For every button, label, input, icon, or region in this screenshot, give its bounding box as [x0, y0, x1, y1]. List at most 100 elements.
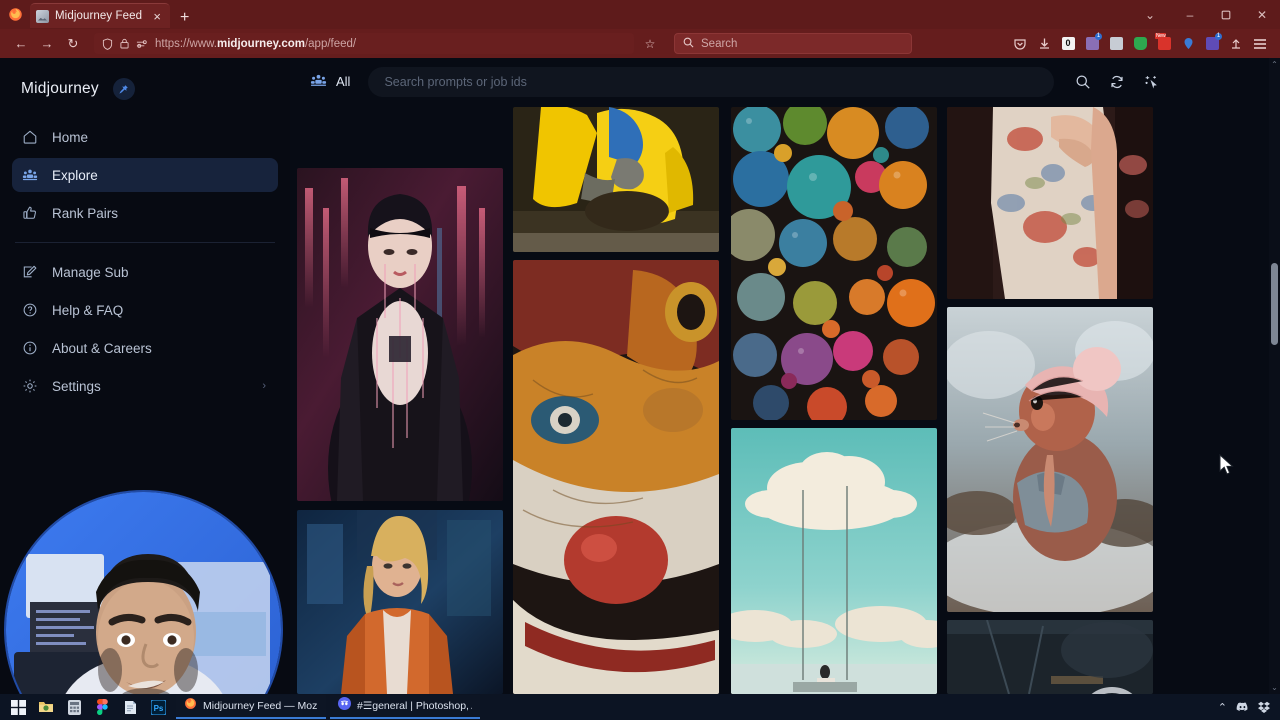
extension-new-icon[interactable]: New: [1154, 32, 1174, 54]
shield-icon[interactable]: [102, 37, 113, 50]
windows-taskbar: Ps Midjourney Feed — Mozill... #☰general…: [0, 694, 1280, 720]
refresh-icon[interactable]: [1102, 67, 1132, 97]
discord-icon: [338, 697, 351, 715]
extension-blue-pin-icon[interactable]: [1178, 34, 1198, 54]
extension-share-icon[interactable]: [1226, 34, 1246, 54]
app-topbar: All Search prompts or job ids: [290, 58, 1280, 105]
search-placeholder: Search prompts or job ids: [384, 74, 527, 89]
sidebar-item-rank-pairs[interactable]: Rank Pairs: [12, 196, 278, 230]
close-window-button[interactable]: ✕: [1244, 0, 1280, 29]
image-yellow-raincoat-figure: [513, 107, 719, 252]
extension-0-icon[interactable]: 0: [1058, 34, 1078, 54]
extension-green-icon[interactable]: [1130, 34, 1150, 54]
screen: Midjourney Feed × + ⌄ – ✕ ← → ↻ https://…: [0, 0, 1280, 720]
file-explorer-icon[interactable]: [32, 694, 60, 720]
gallery-card-cyberpunk-girl-neon-city[interactable]: [297, 168, 503, 501]
taskbar-task-label: Midjourney Feed — Mozill...: [203, 700, 318, 712]
dropbox-tray-icon[interactable]: [1258, 701, 1270, 713]
extension-toolbar: 0 1 New 1: [1010, 32, 1272, 54]
sidebar-item-explore[interactable]: Explore: [12, 158, 278, 192]
extension-badge: 1: [1095, 32, 1102, 40]
show-hidden-icons[interactable]: ⌃: [1218, 701, 1227, 714]
taskbar-task-discord[interactable]: #☰general | Photoshop, A...: [330, 695, 480, 719]
gallery-card-creepy-clown-portrait[interactable]: [513, 260, 719, 694]
image-squirrel-in-knit-hat: [947, 307, 1153, 612]
maximize-button[interactable]: [1208, 0, 1244, 29]
sidebar-item-label: Rank Pairs: [52, 205, 119, 221]
mouse-cursor: [1219, 454, 1234, 475]
sidebar-item-settings[interactable]: Settings ›: [12, 369, 278, 403]
sidebar-item-label: Manage Sub: [52, 264, 129, 280]
forward-button[interactable]: →: [34, 33, 60, 55]
list-all-tabs-icon[interactable]: ⌄: [1128, 0, 1172, 29]
pocket-icon[interactable]: [1010, 34, 1030, 54]
notepad-icon[interactable]: [116, 694, 144, 720]
image-blonde-woman-orange-jacket: [297, 510, 503, 694]
extension-chart-icon[interactable]: 1: [1202, 32, 1222, 54]
browser-search-box[interactable]: Search: [674, 33, 912, 54]
window-controls: ⌄ – ✕: [1128, 0, 1280, 29]
new-badge: New: [1155, 32, 1167, 39]
calculator-icon[interactable]: [60, 694, 88, 720]
sidebar-item-help-faq[interactable]: Help & FAQ: [12, 293, 278, 327]
scroll-up-arrow-icon[interactable]: ⌃: [1269, 60, 1280, 69]
chevron-right-icon: ›: [262, 380, 266, 392]
lock-icon[interactable]: [120, 38, 129, 49]
url-protocol: https://www.: [155, 37, 217, 50]
gallery-card-blonde-woman-orange-jacket[interactable]: [297, 510, 503, 694]
watermark: RRCG 人人素材: [1078, 684, 1274, 694]
windows-start-icon[interactable]: [4, 694, 32, 720]
gear-icon: [21, 377, 39, 395]
new-tab-button[interactable]: +: [170, 10, 197, 29]
extension-badge: 1: [1215, 32, 1222, 40]
extension-purple-icon[interactable]: 1: [1082, 32, 1102, 54]
question-circle-icon: [21, 301, 39, 319]
sidebar-divider: [15, 242, 275, 243]
close-tab-icon[interactable]: ×: [150, 8, 164, 25]
browser-nav-bar: ← → ↻ https://www.midjourney.com/app/fee…: [0, 29, 1280, 58]
brand-row: Midjourney: [12, 72, 278, 106]
browser-tab[interactable]: Midjourney Feed ×: [30, 3, 170, 28]
taskbar-task-label: #☰general | Photoshop, A...: [357, 700, 472, 712]
pin-icon[interactable]: [112, 78, 135, 100]
gallery-card-yellow-raincoat-figure[interactable]: [513, 107, 719, 252]
figma-icon[interactable]: [88, 694, 116, 720]
sidebar-item-manage-sub[interactable]: Manage Sub: [12, 255, 278, 289]
sparkle-cursor-icon[interactable]: [1136, 67, 1166, 97]
discord-tray-icon[interactable]: [1236, 702, 1249, 712]
sidebar-item-label: Settings: [52, 378, 101, 394]
info-circle-icon: [21, 339, 39, 357]
address-bar[interactable]: https://www.midjourney.com/app/feed/: [94, 33, 634, 54]
sidebar-item-label: Help & FAQ: [52, 302, 124, 318]
edit-square-icon: [21, 263, 39, 281]
search-icon: [683, 37, 694, 51]
gallery-card-squirrel-in-knit-hat[interactable]: [947, 307, 1153, 612]
scrollbar-thumb[interactable]: [1271, 263, 1278, 345]
search-icon[interactable]: [1068, 67, 1098, 97]
filter-all-button[interactable]: All: [302, 72, 358, 92]
sidebar-item-label: About & Careers: [52, 340, 152, 356]
people-icon: [21, 166, 39, 184]
photoshop-icon[interactable]: Ps: [144, 694, 172, 720]
sidebar-item-home[interactable]: Home: [12, 120, 278, 154]
reload-button[interactable]: ↻: [60, 33, 86, 55]
sidebar-item-about-careers[interactable]: About & Careers: [12, 331, 278, 365]
page-scrollbar[interactable]: ⌃ ⌄: [1269, 58, 1280, 694]
minimize-button[interactable]: –: [1172, 0, 1208, 29]
gallery-card-floral-dress-hands[interactable]: [947, 107, 1153, 299]
svg-text:Ps: Ps: [153, 703, 163, 712]
downloads-icon[interactable]: [1034, 34, 1054, 54]
bookmark-star-icon[interactable]: ☆: [640, 37, 660, 51]
extension-gray-icon[interactable]: [1106, 34, 1126, 54]
gallery-card-cloud-with-ladders-surreal[interactable]: [731, 428, 937, 694]
back-button[interactable]: ←: [8, 33, 34, 55]
taskbar-task-firefox[interactable]: Midjourney Feed — Mozill...: [176, 695, 326, 719]
tracking-protection-icon[interactable]: [136, 39, 148, 49]
image-cyberpunk-girl-neon-city: [297, 168, 503, 501]
app-menu-icon[interactable]: [1250, 34, 1270, 54]
tab-title: Midjourney Feed: [55, 10, 143, 22]
gallery-card-colorful-bubbles-macro[interactable]: [731, 107, 937, 420]
thumbs-up-icon: [21, 204, 39, 222]
gallery-card-dark-scene-partial[interactable]: [947, 620, 1153, 694]
search-input[interactable]: Search prompts or job ids: [368, 66, 1055, 97]
